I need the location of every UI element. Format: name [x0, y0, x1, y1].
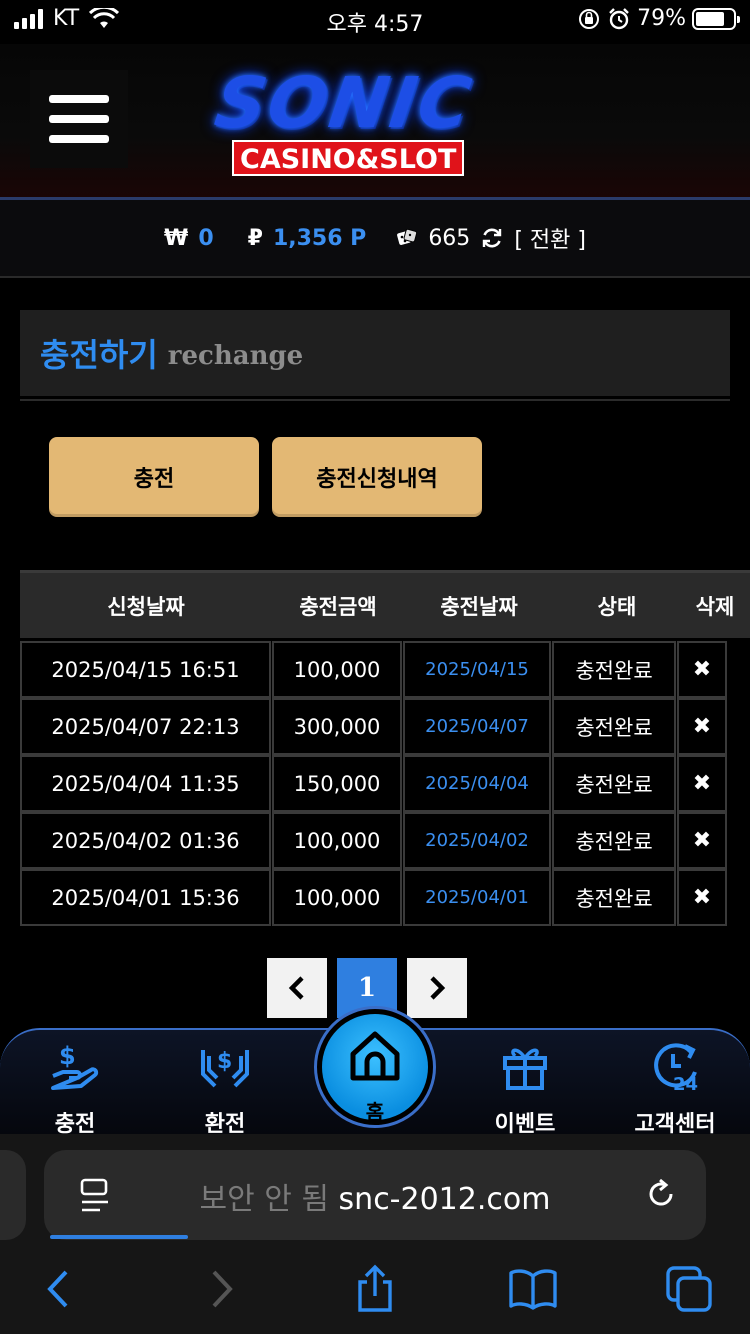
forward-icon[interactable] [196, 1264, 246, 1314]
delete-button[interactable]: ✖ [677, 698, 727, 755]
cell-requested: 2025/04/15 16:51 [20, 641, 271, 698]
cell-amount: 100,000 [272, 869, 402, 926]
rotation-lock-icon [579, 8, 600, 29]
logo-sub-text: CASINO&SLOT [232, 140, 465, 176]
col-status: 상태 [597, 594, 637, 619]
svg-text:$: $ [217, 1049, 232, 1074]
cell-charged: 2025/04/01 [403, 869, 551, 926]
cell-status: 충전완료 [552, 641, 676, 698]
cell-status: 충전완료 [552, 755, 676, 812]
table-header: 신청날짜 충전금액 충전날짜 상태 삭제 [20, 570, 750, 638]
section-divider [20, 399, 730, 401]
page-load-progress [50, 1235, 188, 1239]
recharge-table: 신청날짜 충전금액 충전날짜 상태 삭제 2025/04/15 16:51 10… [20, 570, 750, 926]
close-icon: ✖ [692, 885, 712, 910]
section-title-ko: 충전하기 [40, 336, 158, 374]
site-logo[interactable]: SONIC CASINO&SLOT [196, 62, 536, 180]
close-icon: ✖ [692, 771, 712, 796]
home-icon [350, 1031, 400, 1081]
cell-requested: 2025/04/02 01:36 [20, 812, 271, 869]
share-icon[interactable] [350, 1264, 400, 1314]
table-row: 2025/04/15 16:51 100,000 2025/04/15 충전완료… [20, 641, 750, 698]
hands-dollar-icon: $ [201, 1049, 249, 1088]
nav-exchange[interactable]: $ 환전 [150, 1030, 300, 1137]
col-charged-date: 충전날짜 [440, 594, 518, 619]
status-bar: KT 오후 4:57 79% [0, 0, 750, 44]
table-row: 2025/04/02 01:36 100,000 2025/04/02 충전완료… [20, 812, 750, 869]
cell-charged: 2025/04/04 [403, 755, 551, 812]
table-row: 2025/04/04 11:35 150,000 2025/04/04 충전완료… [20, 755, 750, 812]
table-body: 2025/04/15 16:51 100,000 2025/04/15 충전완료… [20, 641, 750, 926]
cell-amount: 100,000 [272, 812, 402, 869]
chevron-right-icon [430, 976, 446, 1000]
cell-status: 충전완료 [552, 812, 676, 869]
point-balance: 1,356 P [272, 225, 367, 251]
next-page-button[interactable] [407, 958, 467, 1018]
bookmarks-icon[interactable] [508, 1264, 558, 1314]
battery-percent: 79% [637, 6, 686, 31]
prev-page-button[interactable] [267, 958, 327, 1018]
close-icon: ✖ [692, 657, 712, 682]
close-icon: ✖ [692, 714, 712, 739]
nav-event[interactable]: 이벤트 [450, 1030, 600, 1137]
status-right: 79% [577, 6, 740, 31]
won-balance: 0 [198, 225, 214, 251]
refresh-icon[interactable] [480, 226, 504, 250]
nav-home-label: 홈 [365, 1100, 385, 1124]
cell-amount: 300,000 [272, 698, 402, 755]
hand-dollar-icon: $ [51, 1042, 99, 1090]
cell-status: 충전완료 [552, 698, 676, 755]
alarm-icon [609, 7, 629, 29]
cell-charged: 2025/04/07 [403, 698, 551, 755]
cell-amount: 100,000 [272, 641, 402, 698]
section-title: 충전하기 rechange [20, 310, 730, 396]
col-requested-date: 신청날짜 [107, 594, 185, 619]
delete-button[interactable]: ✖ [677, 755, 727, 812]
dice-icon [397, 228, 418, 245]
back-icon[interactable] [34, 1264, 84, 1314]
close-icon: ✖ [692, 828, 712, 853]
address-text: 보안 안 됨 snc-2012.com [0, 1174, 750, 1218]
logo-main-text: SONIC [210, 62, 478, 144]
battery-icon [692, 7, 740, 30]
hamburger-menu-button[interactable] [30, 70, 128, 168]
recharge-history-button[interactable]: 충전신청내역 [272, 437, 482, 517]
col-amount: 충전금액 [299, 594, 377, 619]
reload-icon[interactable] [644, 1177, 678, 1211]
switch-button[interactable]: [ 전환 ] [514, 222, 586, 254]
table-row: 2025/04/01 15:36 100,000 2025/04/01 충전완료… [20, 869, 750, 926]
site-header: SONIC CASINO&SLOT [0, 44, 750, 198]
svg-text:$: $ [59, 1042, 76, 1070]
table-row: 2025/04/07 22:13 300,000 2025/04/07 충전완료… [20, 698, 750, 755]
cell-amount: 150,000 [272, 755, 402, 812]
support-24-icon: 24 [654, 1043, 698, 1095]
nav-recharge[interactable]: $ 충전 [0, 1030, 150, 1137]
delete-button[interactable]: ✖ [677, 869, 727, 926]
tabs-icon[interactable] [664, 1264, 714, 1314]
col-delete: 삭제 [695, 594, 735, 619]
chevron-left-icon [288, 976, 304, 1000]
nav-support[interactable]: 24 고객센터 [600, 1030, 750, 1137]
balance-bar: ₩ 0 ₽ 1,356 P 665 [ 전환 ] [0, 200, 750, 278]
point-symbol: ₽ [247, 225, 263, 251]
cell-requested: 2025/04/04 11:35 [20, 755, 271, 812]
delete-button[interactable]: ✖ [677, 641, 727, 698]
cell-requested: 2025/04/07 22:13 [20, 698, 271, 755]
insecure-label: 보안 안 됨 [199, 1182, 329, 1217]
chip-balance: 665 [428, 225, 471, 251]
section-title-en: rechange [167, 341, 304, 371]
won-symbol: ₩ [164, 225, 189, 251]
cell-requested: 2025/04/01 15:36 [20, 869, 271, 926]
domain-label: snc-2012.com [338, 1182, 551, 1217]
recharge-button[interactable]: 충전 [49, 437, 259, 517]
cell-charged: 2025/04/15 [403, 641, 551, 698]
gift-icon [503, 1048, 547, 1090]
cell-status: 충전완료 [552, 869, 676, 926]
svg-text:24: 24 [673, 1074, 698, 1095]
delete-button[interactable]: ✖ [677, 812, 727, 869]
cell-charged: 2025/04/02 [403, 812, 551, 869]
